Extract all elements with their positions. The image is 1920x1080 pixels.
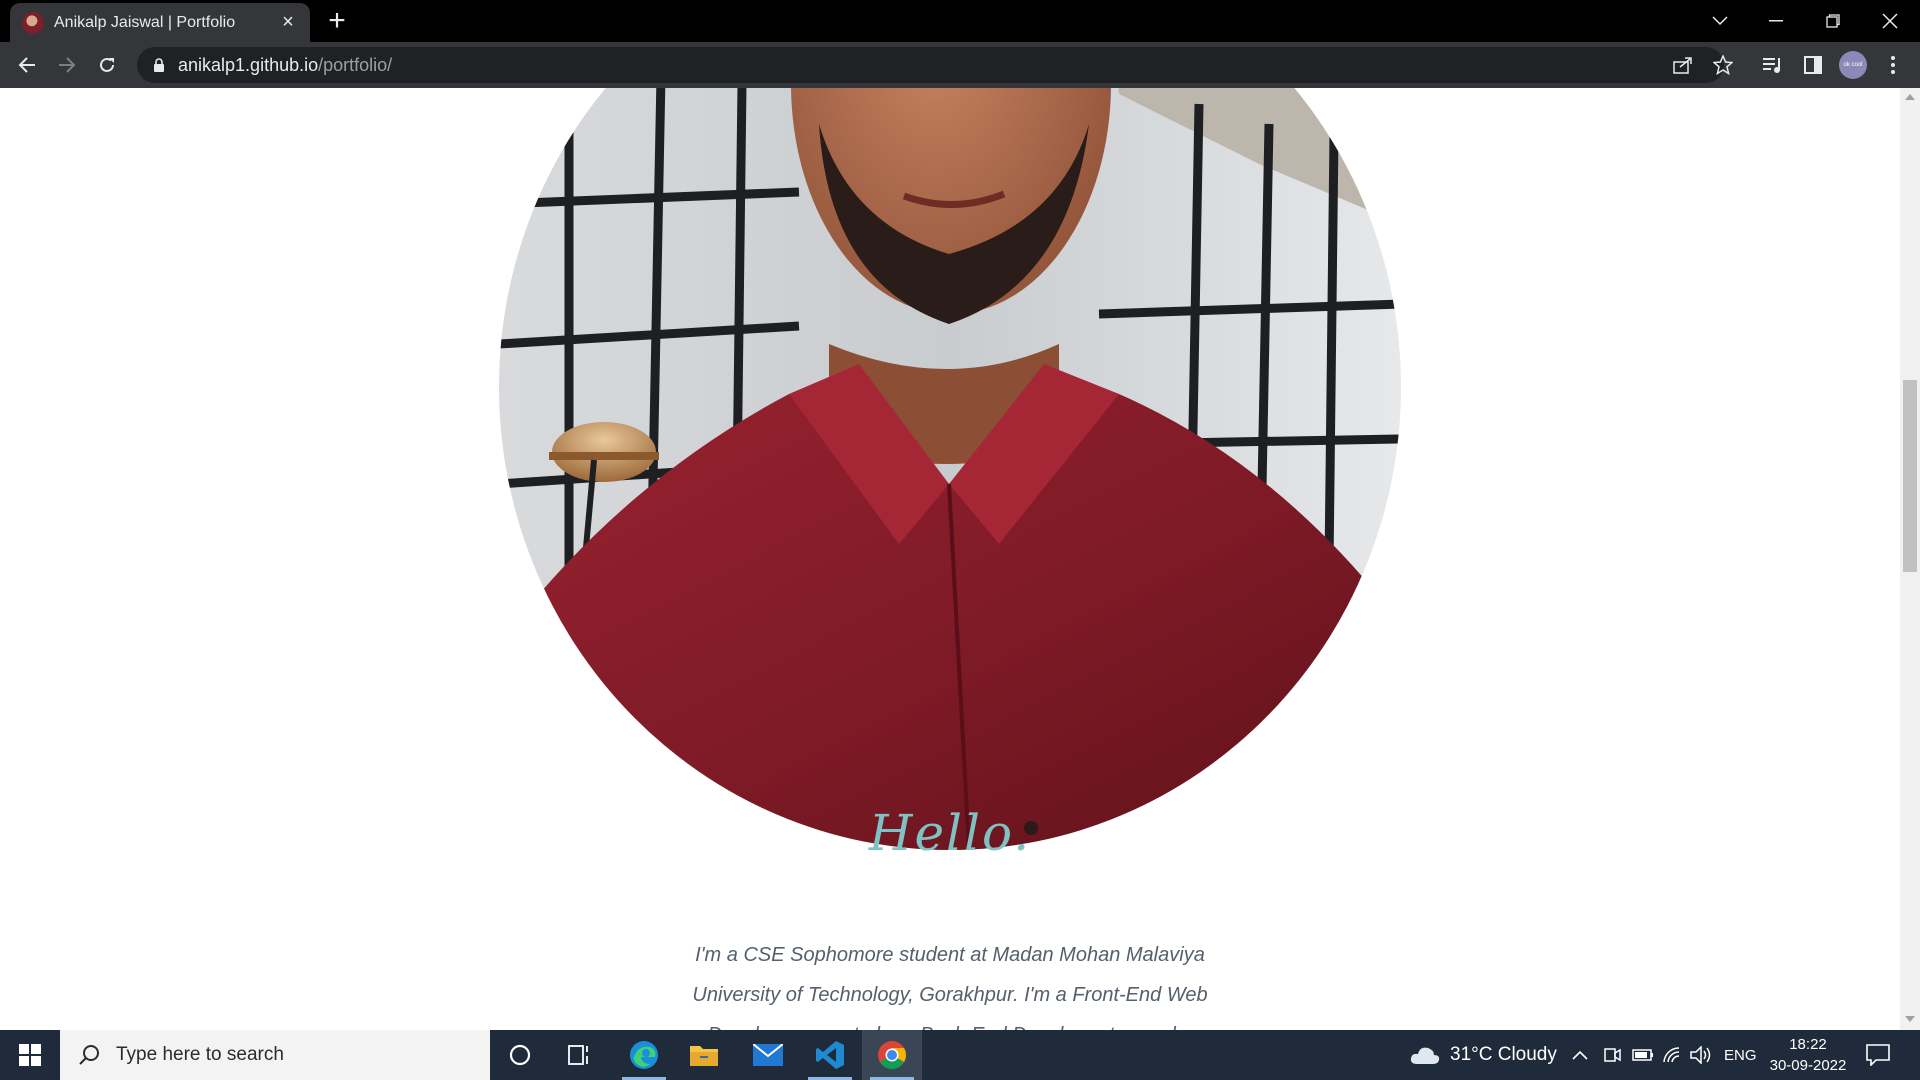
cloud-icon — [1410, 1047, 1440, 1064]
taskbar-clock[interactable]: 18:22 30-09-2022 — [1758, 1034, 1858, 1076]
cortana-icon[interactable] — [490, 1030, 550, 1080]
vscode-icon[interactable] — [800, 1030, 860, 1080]
reload-button[interactable] — [92, 50, 122, 80]
back-button[interactable] — [12, 50, 42, 80]
weather-widget[interactable]: 31°C Cloudy — [1410, 1030, 1557, 1080]
windows-taskbar: Type here to search 31°C Cloudy ENG 18:2… — [0, 1030, 1920, 1080]
tab-close-icon[interactable]: × — [278, 11, 298, 34]
show-hidden-icons-chevron-icon[interactable] — [1572, 1030, 1588, 1080]
taskbar-search-box[interactable]: Type here to search — [60, 1030, 490, 1080]
weather-text: 31°C Cloudy — [1450, 1044, 1557, 1065]
wifi-icon[interactable] — [1662, 1030, 1682, 1080]
profile-photo — [499, 88, 1401, 850]
profile-avatar[interactable]: ok cool — [1838, 50, 1868, 80]
battery-icon[interactable] — [1632, 1030, 1654, 1080]
media-control-icon[interactable] — [1758, 50, 1788, 80]
tab-favicon-icon — [22, 11, 44, 34]
browser-tab[interactable]: Anikalp Jaiswal | Portfolio × — [10, 3, 310, 42]
meet-now-icon[interactable] — [1603, 1030, 1621, 1080]
hello-heading: Hello. — [868, 804, 1032, 862]
forward-button[interactable] — [52, 50, 82, 80]
notifications-icon[interactable] — [1866, 1030, 1890, 1080]
tab-title: Anikalp Jaiswal | Portfolio — [54, 13, 236, 31]
task-view-icon[interactable] — [550, 1030, 610, 1080]
browser-toolbar: anikalp1.github.io/portfolio/ ok cool — [0, 42, 1920, 88]
side-panel-icon[interactable] — [1798, 50, 1828, 80]
page-viewport: Hello. I'm a CSE Sophomore student at Ma… — [0, 88, 1900, 1030]
menu-kebab-icon[interactable] — [1878, 50, 1908, 80]
lock-icon[interactable] — [153, 58, 165, 72]
search-icon — [79, 1045, 99, 1065]
file-explorer-icon[interactable] — [674, 1030, 734, 1080]
clock-date: 30-09-2022 — [1769, 1057, 1847, 1074]
edge-browser-icon[interactable] — [614, 1030, 674, 1080]
scroll-thumb[interactable] — [1903, 380, 1917, 572]
url-path: /portfolio/ — [318, 54, 393, 75]
scroll-down-arrow-icon[interactable] — [1905, 1016, 1915, 1022]
bio-paragraph: I'm a CSE Sophomore student at Madan Moh… — [692, 944, 1208, 1030]
scroll-up-arrow-icon[interactable] — [1905, 94, 1915, 100]
tab-search-icon[interactable] — [1692, 0, 1748, 42]
page-scrollbar[interactable] — [1900, 88, 1920, 1030]
profile-initials: ok cool — [1839, 51, 1867, 79]
windows-logo-icon — [19, 1044, 41, 1066]
bookmark-star-icon[interactable] — [1708, 50, 1738, 80]
clock-time: 18:22 — [1789, 1036, 1827, 1053]
language-text: ENG — [1724, 1046, 1757, 1064]
volume-icon[interactable] — [1690, 1030, 1712, 1080]
address-bar[interactable]: anikalp1.github.io/portfolio/ — [137, 47, 1724, 83]
chrome-icon[interactable] — [862, 1030, 922, 1080]
close-window-button[interactable] — [1862, 0, 1918, 42]
url-host: anikalp1.github.io — [178, 54, 319, 75]
browser-tab-strip: Anikalp Jaiswal | Portfolio × + — [0, 0, 1920, 42]
share-icon[interactable] — [1668, 50, 1698, 80]
restore-button[interactable] — [1805, 0, 1861, 42]
mail-icon[interactable] — [738, 1030, 798, 1080]
input-language[interactable]: ENG — [1724, 1030, 1757, 1080]
new-tab-button[interactable]: + — [322, 6, 352, 36]
minimize-button[interactable] — [1748, 0, 1804, 42]
start-button[interactable] — [0, 1030, 60, 1080]
search-placeholder: Type here to search — [116, 1044, 284, 1065]
